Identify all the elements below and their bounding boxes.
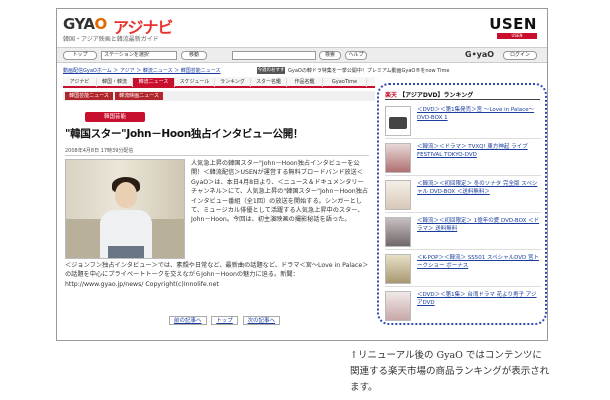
tab-korea[interactable]: 韓国・韓流 [97,78,133,87]
figure-caption: ↑リニューアル後の GyaO ではコンテンツに関連する楽天市場の商品ランキングが… [350,350,550,393]
divider [65,155,369,156]
usen-logo-sub: USEN CORPORATION [497,33,537,44]
sub-nav: 韓国芸能ニュース 韓流映画ニュース [63,91,375,101]
article-body-full: ＜ジョンフン独占インタビュー＞では、素顔や日常など、最新曲の話題など、ドラマ＜宮… [65,262,369,288]
article-pager: 前の記事へ トップ 次の記事へ [169,316,283,325]
rakuten-ranking-panel: 楽天 【アジアDVD】ランキング ＜DVD＞＜第1集発売＞宮 ～Love in … [377,83,547,325]
product-title[interactable]: ＜K-POP＞＜韓流＞ SS501 スペシャルDVD 宮トークショー ボーナス [417,254,541,270]
ranking-title: 【アジアDVD】ランキング [399,92,474,99]
ranking-heading: 楽天 【アジアDVD】ランキング [385,90,473,99]
station-select[interactable]: ステーションを選択 [101,51,177,60]
ranking-divider [385,99,540,100]
rakuten-mark: 楽天 [385,92,398,99]
subtab-entertainment[interactable]: 韓国芸能ニュース [65,92,113,100]
gyao-toolbar-logo[interactable]: G•yaO [465,50,494,59]
go-button[interactable]: 移動 [181,51,207,60]
search-input[interactable] [232,51,316,60]
site-tagline: 韓国・アジア映画と韓流最新ガイド [63,36,159,43]
article-dateline: 2008年4月8日 17時39分配信 [65,148,134,154]
product-thumbnail[interactable] [385,180,411,210]
ranking-item[interactable]: ＜DVD＞＜第1集発売＞宮 ～Love in Palace～ DVD-BOX 1 [385,103,541,139]
ranking-item[interactable]: ＜DVD＞＜第1集＞ 台湾ドラマ 花より男子 アジアDVD [385,288,541,324]
product-thumbnail[interactable] [385,254,411,284]
photo-face [115,182,137,208]
product-title[interactable]: ＜韓流＞＜初回限定＞ 1億年の愛 DVD-BOX ＜ドラマ＞ 送料無料 [417,217,541,233]
prev-article-link[interactable]: 前の記事へ [169,316,207,325]
breadcrumb[interactable]: 動画配信GyaOホーム ＞ アジア ＞ 韓流ニュース ＞ 韓国芸能ニュース [63,67,221,74]
product-title[interactable]: ＜韓流＞＜ドラマ＞ TVXQ! 東方神起 ライブ FESTIVAL TOKYO-… [417,143,541,159]
gyao-logo[interactable]: GYAO [63,15,107,33]
tab-gyaotime[interactable]: GyaoTime [323,78,367,87]
top-link[interactable]: トップ [211,316,238,325]
ranking-item[interactable]: ＜韓流＞＜初回限定＞ 冬のソナタ 完全版 スペシャル DVD-BOX ＜送料無料… [385,177,541,213]
category-badge: 韓国芸能 [85,112,145,122]
top-button[interactable]: トップ [63,51,97,60]
promo-label: 今週のおすすめ [257,67,285,80]
usen-logo[interactable]: USEN [489,15,537,33]
product-thumbnail[interactable] [385,106,411,136]
category-nav: アジナビ 韓国・韓流 韓流ニュース スケジュール ランキング スター名鑑 作品名… [63,77,375,88]
gyao-logo-text: GYA [63,15,95,33]
search-button[interactable]: 検索 [319,51,341,60]
ranking-item[interactable]: ＜K-POP＞＜韓流＞ SS501 スペシャルDVD 宮トークショー ボーナス [385,251,541,287]
product-title[interactable]: ＜DVD＞＜第1集＞ 台湾ドラマ 花より男子 アジアDVD [417,291,541,307]
help-button[interactable]: ヘルプ [345,51,367,60]
tab-ranking[interactable]: ランキング [215,78,251,87]
product-thumbnail[interactable] [385,217,411,247]
promo-link[interactable]: GyaOの韓ドラ特集を一挙公開中！プレミアム動画GyaO®をnow Time [288,67,449,74]
article-body-side: 人気急上昇の韓国スター"John－Hoon独占インタビューを公開！＜韓流配信＞U… [191,160,369,224]
article-headline: "韓国スター"John－Hoon独占インタビュー公開！ [65,128,304,140]
product-thumbnail[interactable] [385,143,411,173]
ranking-item[interactable]: ＜韓流＞＜ドラマ＞ TVXQ! 東方神起 ライブ FESTIVAL TOKYO-… [385,140,541,176]
ranking-item[interactable]: ＜韓流＞＜初回限定＞ 1億年の愛 DVD-BOX ＜ドラマ＞ 送料無料 [385,214,541,250]
tab-schedule[interactable]: スケジュール [175,78,215,87]
subtab-movie[interactable]: 韓流映画ニュース [115,92,163,100]
product-title[interactable]: ＜DVD＞＜第1集発売＞宮 ～Love in Palace～ DVD-BOX 1 [417,106,541,122]
product-thumbnail[interactable] [385,291,411,321]
photo-pants [108,246,144,258]
tab-news[interactable]: 韓流ニュース [133,78,175,87]
tab-stars[interactable]: スター名鑑 [251,78,287,87]
product-title[interactable]: ＜韓流＞＜初回限定＞ 冬のソナタ 完全版 スペシャル DVD-BOX ＜送料無料… [417,180,541,196]
gyao-logo-o: O [94,15,108,33]
toolbar: トップ ステーションを選択 移動 検索 ヘルプ G•yaO ログイン [57,47,547,63]
tab-works[interactable]: 作品名鑑 [287,78,323,87]
site-header: GYAO アジナビ 韓国・アジア映画と韓流最新ガイド USEN USEN COR… [57,9,547,47]
article-photo [65,159,185,259]
tab-asianavi[interactable]: アジナビ [63,78,97,87]
login-button[interactable]: ログイン [503,51,537,60]
next-article-link[interactable]: 次の記事へ [242,316,281,325]
